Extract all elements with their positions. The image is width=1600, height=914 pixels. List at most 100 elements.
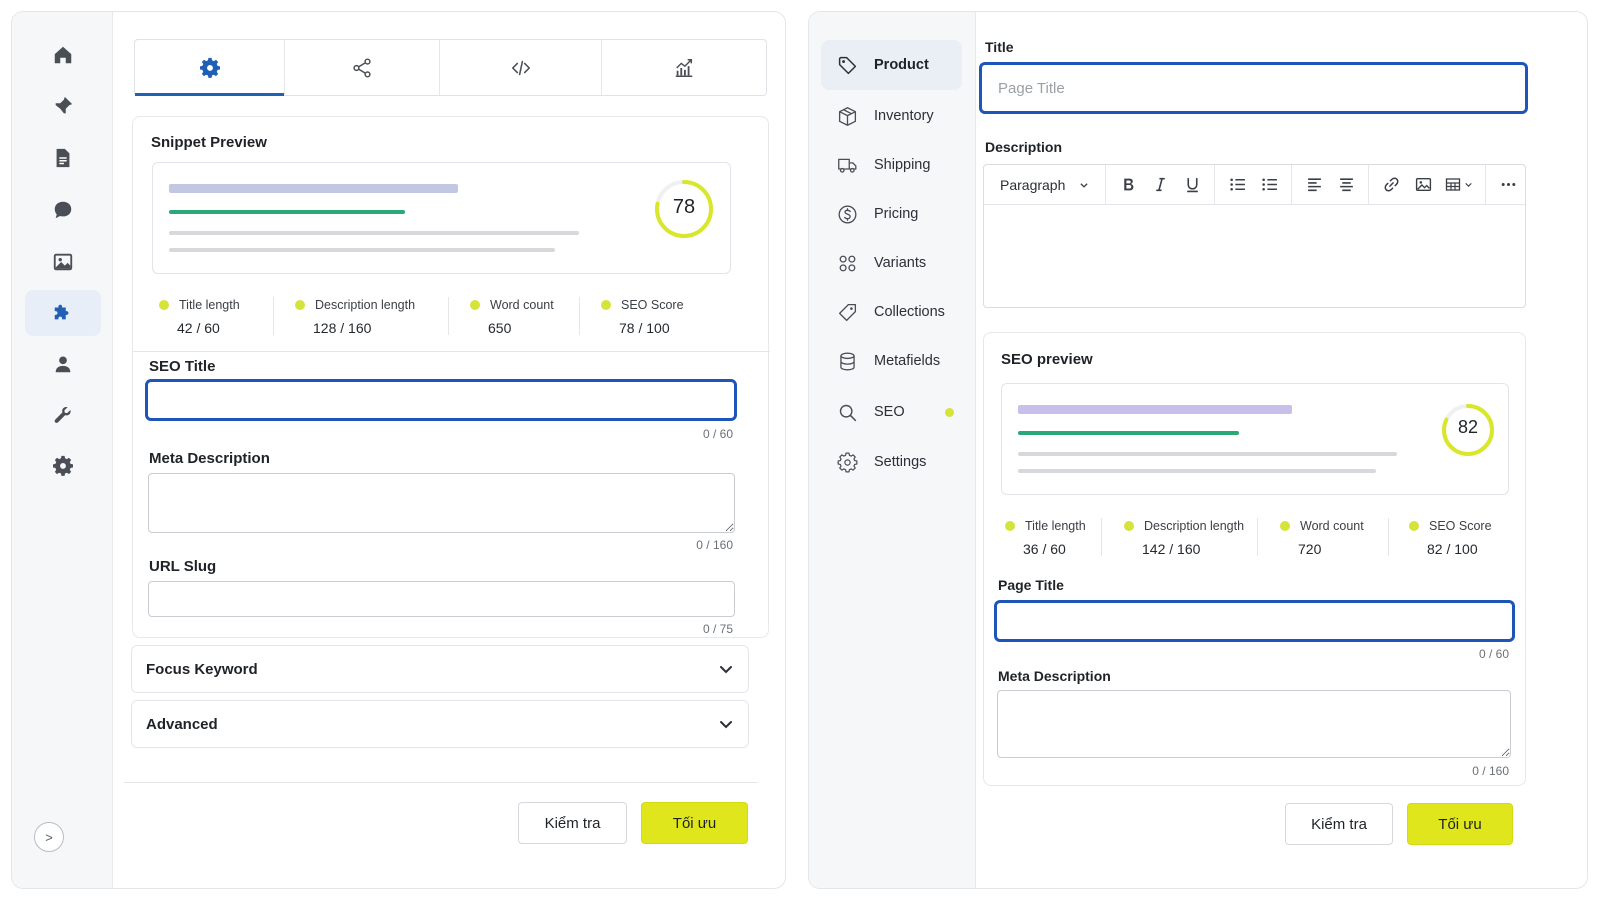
sidebar-item-home[interactable] — [25, 32, 101, 78]
metric-label: Title length — [179, 298, 240, 312]
search-icon — [839, 404, 857, 421]
editor-toolbar: Paragraph — [984, 165, 1525, 205]
meta-description-input[interactable] — [148, 473, 735, 533]
sidebar-item-metafields[interactable]: Metafields — [821, 336, 962, 386]
preview-title-bar — [1018, 405, 1292, 414]
metric-value: 128 / 160 — [313, 320, 372, 336]
meta-description-input[interactable] — [997, 690, 1511, 758]
bold-button[interactable] — [1112, 171, 1144, 199]
text-style-group — [1106, 165, 1216, 204]
pin-icon — [54, 96, 73, 115]
meta-description-counter: 0 / 160 — [1472, 764, 1509, 778]
sidebar-item-shipping[interactable]: Shipping — [821, 140, 962, 190]
sidebar-item-settings[interactable]: Settings — [821, 437, 962, 487]
underline-button[interactable] — [1176, 171, 1208, 199]
preview-url-bar — [169, 210, 405, 214]
check-button[interactable]: Kiểm tra — [1285, 803, 1393, 845]
tab-general[interactable] — [135, 40, 285, 96]
image-icon — [53, 253, 73, 271]
focus-keyword-label: Focus Keyword — [146, 660, 258, 678]
bullet-list-button[interactable] — [1221, 171, 1253, 199]
link-button[interactable] — [1375, 171, 1407, 199]
sidebar-item-label: Variants — [874, 255, 927, 271]
meta-description-label: Meta Description — [998, 668, 1111, 684]
seo-title-label: SEO Title — [149, 358, 216, 375]
status-dot — [470, 300, 480, 310]
seo-score-gauge: 78 — [653, 178, 715, 240]
align-left-button[interactable] — [1298, 171, 1330, 199]
collapse-sidebar-button[interactable]: > — [34, 822, 64, 852]
numbered-list-icon — [1262, 178, 1277, 191]
paragraph-format-select[interactable]: Paragraph — [990, 177, 1099, 193]
sidebar-item-pricing[interactable]: Pricing — [821, 189, 962, 239]
seo-score-value: 78 — [672, 196, 696, 218]
metric-label: Description length — [1144, 519, 1245, 533]
metric-divider — [1101, 518, 1102, 556]
status-dot — [1409, 521, 1419, 531]
product-panel-right: Product Inventory Shipping Pricing Varia… — [808, 11, 1588, 889]
sidebar-item-label: Inventory — [874, 108, 934, 124]
optimize-button[interactable]: Tối ưu — [641, 802, 748, 844]
align-center-icon — [1340, 178, 1353, 192]
sidebar-item-product[interactable]: Product — [821, 40, 962, 90]
sidebar-item-plugins[interactable] — [25, 290, 101, 336]
title-input[interactable] — [979, 62, 1528, 114]
metric-divider — [448, 297, 449, 335]
sidebar-item-media[interactable] — [25, 239, 101, 285]
page-title-input[interactable] — [994, 600, 1515, 642]
dollar-icon — [838, 205, 857, 223]
sidebar-item-seo[interactable]: SEO — [821, 387, 962, 437]
chevron-down-icon — [720, 666, 732, 674]
chevron-down-icon — [1080, 182, 1088, 188]
truck-icon — [838, 158, 857, 173]
more-options-button[interactable] — [1492, 171, 1524, 199]
sidebar-item-pages[interactable] — [25, 135, 101, 181]
sidebar-item-collections[interactable]: Collections — [821, 287, 962, 337]
advanced-accordion[interactable]: Advanced — [131, 700, 749, 748]
seo-title-input[interactable] — [145, 379, 737, 421]
url-slug-counter: 0 / 75 — [702, 622, 733, 636]
tab-analytics[interactable] — [602, 40, 766, 95]
align-group — [1292, 165, 1370, 204]
box-icon — [838, 106, 857, 126]
italic-icon — [1156, 177, 1165, 192]
tab-schema[interactable] — [440, 40, 602, 95]
seo-preview-card: SEO preview 82 Title length 36 / 60 Desc… — [983, 332, 1526, 786]
sidebar-item-variants[interactable]: Variants — [821, 238, 962, 288]
underline-icon — [1187, 178, 1198, 193]
seo-panel-left: > Snippet Preview 78 Title length 42 / 6… — [11, 11, 786, 889]
optimize-button[interactable]: Tối ưu — [1407, 803, 1513, 845]
seo-preview-title: SEO preview — [1001, 351, 1093, 368]
sidebar-item-inventory[interactable]: Inventory — [821, 91, 962, 141]
url-slug-input[interactable] — [148, 581, 735, 617]
focus-keyword-accordion[interactable]: Focus Keyword — [131, 645, 749, 693]
database-icon — [840, 352, 855, 370]
sidebar-item-comments[interactable] — [25, 187, 101, 233]
metric-description-length: Description length 142 / 160 — [1124, 519, 1244, 557]
sidebar-item-settings[interactable] — [25, 443, 101, 489]
page-title-counter: 0 / 60 — [1478, 647, 1509, 661]
chevron-down-icon — [720, 721, 732, 729]
status-dot — [1280, 521, 1290, 531]
bullet-list-icon — [1230, 178, 1245, 191]
sidebar-item-label: Shipping — [874, 157, 931, 173]
metric-value: 82 / 100 — [1427, 541, 1478, 557]
italic-button[interactable] — [1144, 171, 1176, 199]
page-title-label: Page Title — [998, 577, 1064, 593]
sidebar-item-pin[interactable] — [25, 83, 101, 129]
align-center-button[interactable] — [1330, 171, 1362, 199]
chat-icon — [54, 201, 72, 219]
user-icon — [55, 356, 71, 373]
gear-icon — [837, 452, 858, 472]
preview-desc-line — [1018, 469, 1376, 473]
numbered-list-button[interactable] — [1253, 171, 1285, 199]
insert-table-button[interactable] — [1439, 171, 1479, 199]
grid-icon — [839, 255, 856, 271]
preview-title-bar — [169, 184, 458, 193]
sidebar-item-users[interactable] — [25, 341, 101, 387]
insert-image-button[interactable] — [1407, 171, 1439, 199]
meta-description-counter: 0 / 160 — [696, 538, 733, 552]
tab-social[interactable] — [285, 40, 440, 95]
check-button[interactable]: Kiểm tra — [518, 802, 627, 844]
sidebar-item-tools[interactable] — [25, 392, 101, 438]
